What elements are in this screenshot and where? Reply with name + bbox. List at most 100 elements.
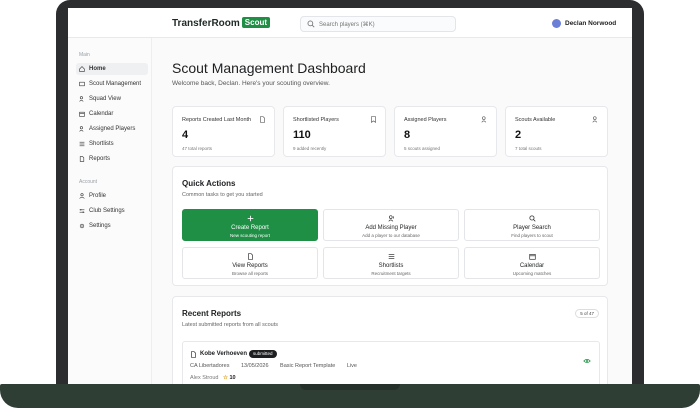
action-desc: Upcoming matches [512,271,552,276]
stat-card-reports: Reports Created Last Month 4 47 total re… [172,106,275,157]
sidebar-section-main: Main [79,52,90,58]
gear-icon [79,223,85,229]
stat-value: 110 [293,129,311,141]
sidebar-item-label: Scout Management [89,81,142,87]
sidebar-item-calendar[interactable]: Calendar [76,108,148,120]
sidebar-item-settings[interactable]: Settings [76,220,148,232]
file-icon [248,253,253,260]
search-icon [307,20,315,28]
list-icon [79,141,85,147]
report-scout: Alex Stroud [190,375,219,381]
scout-icon [79,81,85,87]
sidebar-item-squad-view[interactable]: Squad View [76,93,148,105]
add-missing-player-button[interactable]: Add Missing Player Add a player to our d… [323,209,459,241]
report-count-badge: 5 of 47 [575,309,599,318]
eye-icon[interactable] [583,357,591,365]
report-match-type: Live [346,363,357,369]
brand-name: TransferRoom [172,18,240,29]
action-label: Calendar [519,263,545,269]
sidebar: Main Home Scout Management Squad View Ca… [68,38,152,384]
file-icon [79,156,85,162]
stat-title: Scouts Available [515,117,556,123]
create-report-button[interactable]: Create Report New scouting report [182,209,318,241]
action-label: View Reports [232,263,268,269]
calendar-icon [529,254,536,260]
action-desc: Find players to scout [511,233,553,238]
view-reports-button[interactable]: View Reports Browse all reports [182,247,318,279]
sidebar-item-label: Profile [89,193,107,199]
sidebar-item-club-settings[interactable]: Club Settings [76,205,148,217]
user-check-icon [79,126,84,132]
stat-subtext: 7 total scouts [515,146,542,151]
user-name: Declan Norwood [565,20,617,27]
sidebar-section-account: Account [79,179,98,185]
sliders-icon [79,209,85,213]
action-label: Player Search [513,225,551,231]
stat-card-assigned: Assigned Players 8 5 scouts assigned [394,106,497,157]
search-box[interactable] [300,16,456,32]
sidebar-item-label: Home [89,66,106,72]
recent-reports-panel: Recent Reports Latest submitted reports … [172,296,608,384]
users-icon [592,116,598,123]
search-icon [529,215,536,222]
page-title: Scout Management Dashboard [172,60,366,76]
action-desc: New scouting report [229,233,271,238]
star-icon: ☆ [223,375,228,381]
sidebar-item-label: Squad View [89,96,121,102]
stat-subtext: 5 scouts assigned [404,146,441,151]
panel-subtitle: Latest submitted reports from all scouts [182,322,278,328]
sidebar-item-label: Shortlists [89,141,114,147]
home-icon [79,66,85,72]
calendar-icon [79,111,85,117]
sidebar-item-assigned-players[interactable]: Assigned Players [76,123,148,135]
shortlists-button[interactable]: Shortlists Recruitment targets [323,247,459,279]
sidebar-item-scout-management[interactable]: Scout Management [76,78,148,90]
report-card[interactable]: Kobe Verhoeven submitted CA Libertadores… [182,341,600,384]
sidebar-item-label: Reports [89,156,111,162]
report-template: Basic Report Template [280,363,336,369]
top-bar: TransferRoomScout Declan Norwood [68,8,632,38]
stat-card-scouts: Scouts Available 2 7 total scouts [505,106,608,157]
user-icon [79,193,85,199]
stat-title: Reports Created Last Month [182,117,252,123]
users-icon [79,96,84,102]
list-icon [388,254,395,259]
sidebar-item-home[interactable]: Home [76,63,148,75]
plus-icon [247,215,254,222]
sidebar-item-label: Calendar [89,111,114,117]
avatar [552,19,561,28]
status-badge: submitted [249,350,277,358]
search-input[interactable] [319,18,449,31]
brand-logo[interactable]: TransferRoom Scout [172,17,271,29]
rating-value: 10 [229,375,236,381]
sidebar-item-label: Club Settings [89,208,125,214]
sidebar-item-shortlists[interactable]: Shortlists [76,138,148,150]
file-icon [191,351,196,358]
report-player-name: Kobe Verhoeven [200,351,248,357]
action-label: Add Missing Player [365,225,417,231]
panel-title: Recent Reports [182,309,242,318]
app-screen: TransferRoomScout Declan Norwood Main Ho… [68,8,632,384]
calendar-button[interactable]: Calendar Upcoming matches [464,247,600,279]
stat-title: Assigned Players [404,117,447,123]
action-desc: Recruitment targets [371,271,411,276]
stat-value: 2 [515,129,522,141]
report-date: 13/05/2026 [240,363,269,369]
page-subtitle: Welcome back, Declan. Here's your scouti… [172,80,330,87]
stat-subtext: 9 added recently [293,146,327,151]
main-content: Scout Management Dashboard Welcome back,… [152,38,632,384]
laptop-notch [300,384,400,390]
user-check-icon [481,116,487,123]
sidebar-item-label: Assigned Players [89,126,136,132]
sidebar-item-label: Settings [89,223,111,229]
stat-subtext: 47 total reports [182,146,213,151]
player-search-button[interactable]: Player Search Find players to scout [464,209,600,241]
user-plus-icon [388,215,394,222]
brand-badge: Scout [241,17,271,28]
action-desc: Add a player to our database [362,233,420,238]
sidebar-item-reports[interactable]: Reports [76,153,148,165]
bookmark-icon [371,116,376,123]
report-rating: ☆ 10 [223,375,236,381]
report-meta: CA Libertadores 13/05/2026 Basic Report … [190,363,367,369]
sidebar-item-profile[interactable]: Profile [76,190,148,202]
